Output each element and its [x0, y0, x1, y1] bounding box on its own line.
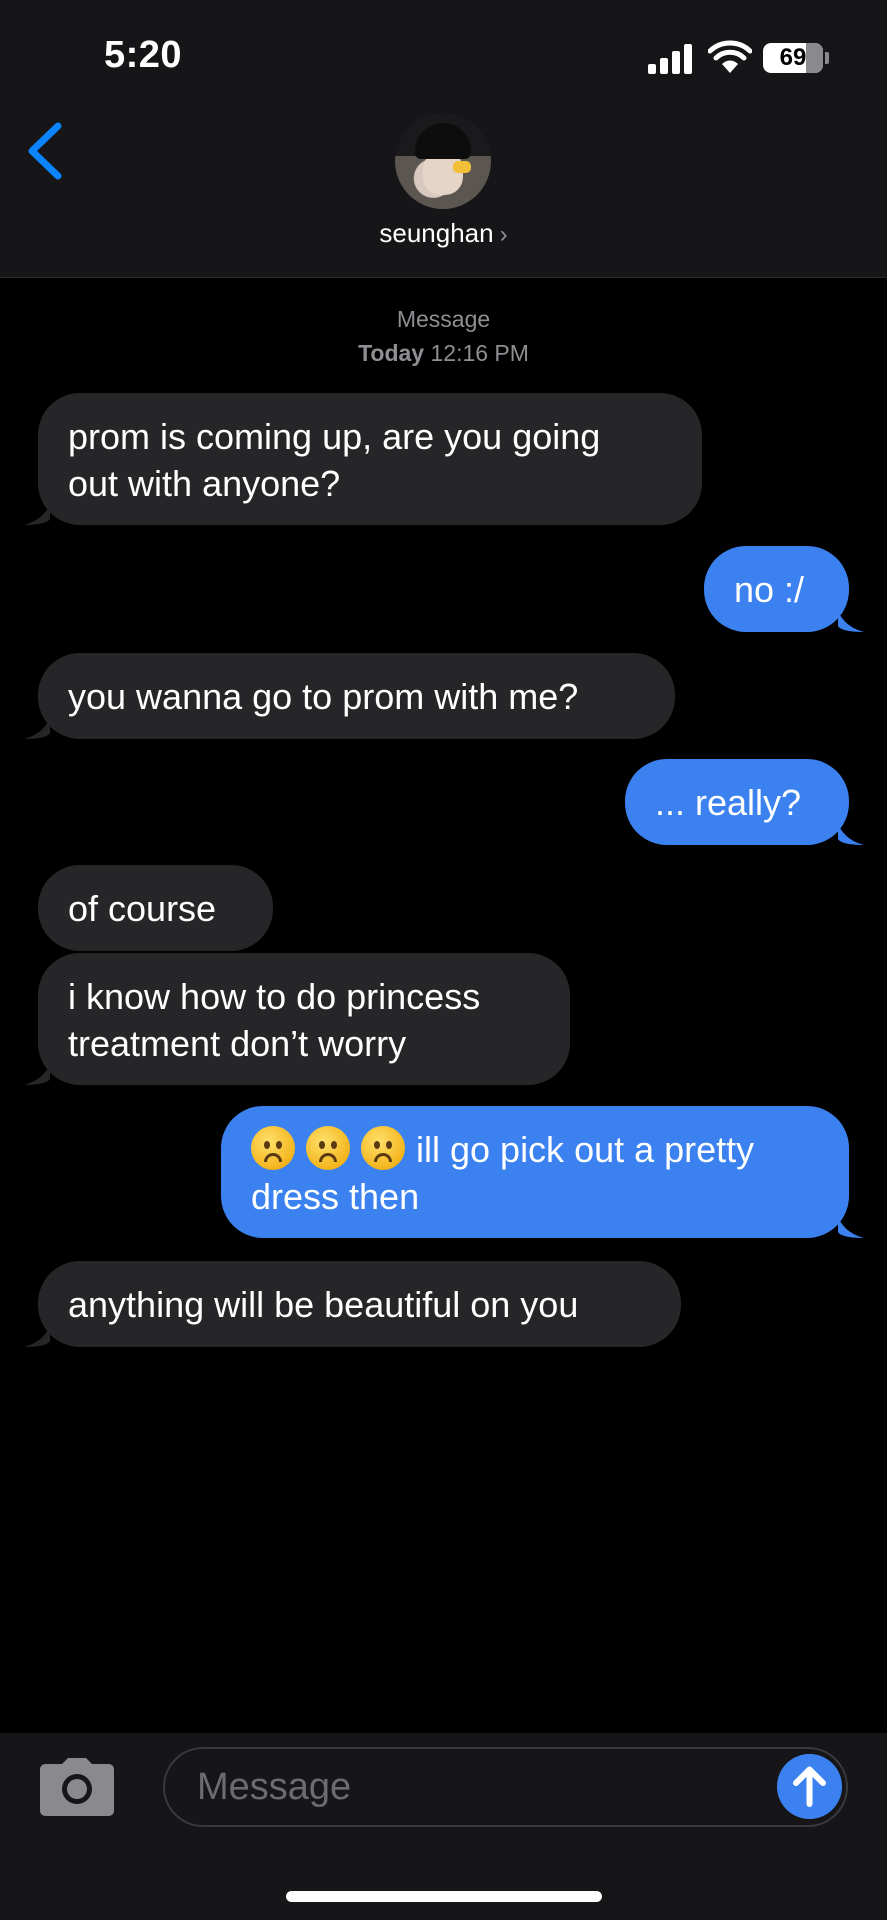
message-line: dress then [251, 1176, 420, 1217]
bubble-tail [838, 612, 864, 632]
message-line: you wanna go to prom with me? [68, 676, 579, 717]
bubble-tail [24, 1065, 50, 1085]
message-line: anything will be beautiful on you [68, 1284, 579, 1325]
message-line: i know how to do princess [68, 976, 481, 1017]
bubble-tail [838, 825, 864, 845]
battery-level: 69 [779, 44, 807, 71]
home-indicator[interactable] [286, 1891, 602, 1902]
incoming-message[interactable]: i know how to do princess treatment don’… [38, 953, 570, 1085]
contact-name-button[interactable]: seunghan › [0, 218, 887, 249]
message-line: ... really? [655, 782, 802, 823]
status-time: 5:20 [104, 34, 183, 76]
outgoing-message[interactable]: ... really? [625, 759, 849, 845]
frowning-face-emoji [361, 1126, 405, 1170]
outgoing-message[interactable]: no :/ [704, 546, 849, 632]
message-line: out with anyone? [68, 463, 341, 504]
outgoing-message[interactable]: ill go pick out a pretty dress then [221, 1106, 849, 1238]
message-line: treatment don’t worry [68, 1023, 407, 1064]
message-line: prom is coming up, are you going [68, 416, 601, 457]
incoming-message[interactable]: of course [38, 865, 273, 951]
incoming-message[interactable]: prom is coming up, are you going out wit… [38, 393, 702, 525]
timestamp-day: Today [358, 340, 425, 366]
camera-icon[interactable] [40, 1756, 114, 1816]
message-line: ill go pick out a pretty [416, 1129, 755, 1170]
battery-icon: 69 [763, 43, 823, 73]
frowning-face-emoji [306, 1126, 350, 1170]
message-input[interactable]: Message [163, 1747, 848, 1827]
service-label: Message [396, 306, 491, 332]
contact-name: seunghan [379, 218, 494, 248]
message-line-with-emoji: ill go pick out a pretty [251, 1126, 819, 1173]
incoming-message[interactable]: you wanna go to prom with me? [38, 653, 675, 739]
timestamp-time: 12:16 PM [430, 340, 529, 366]
bubble-tail [24, 1327, 50, 1347]
send-arrow-icon[interactable] [777, 1754, 842, 1819]
message-line: of course [68, 888, 217, 929]
message-line: no :/ [734, 569, 805, 610]
contact-avatar[interactable] [395, 113, 491, 209]
frowning-face-emoji [251, 1126, 295, 1170]
bubble-tail [24, 505, 50, 525]
bubble-tail [24, 719, 50, 739]
conversation-header: 5:20 69 seunghan › [0, 0, 887, 278]
bubble-tail [838, 1218, 864, 1238]
back-chevron-icon[interactable] [24, 122, 64, 180]
wifi-icon [708, 40, 752, 73]
timestamp: Today 12:16 PM [0, 340, 887, 367]
signal-icon [648, 44, 694, 74]
battery-nub [825, 52, 829, 64]
chevron-right-icon: › [499, 221, 508, 248]
incoming-message[interactable]: anything will be beautiful on you [38, 1261, 681, 1347]
